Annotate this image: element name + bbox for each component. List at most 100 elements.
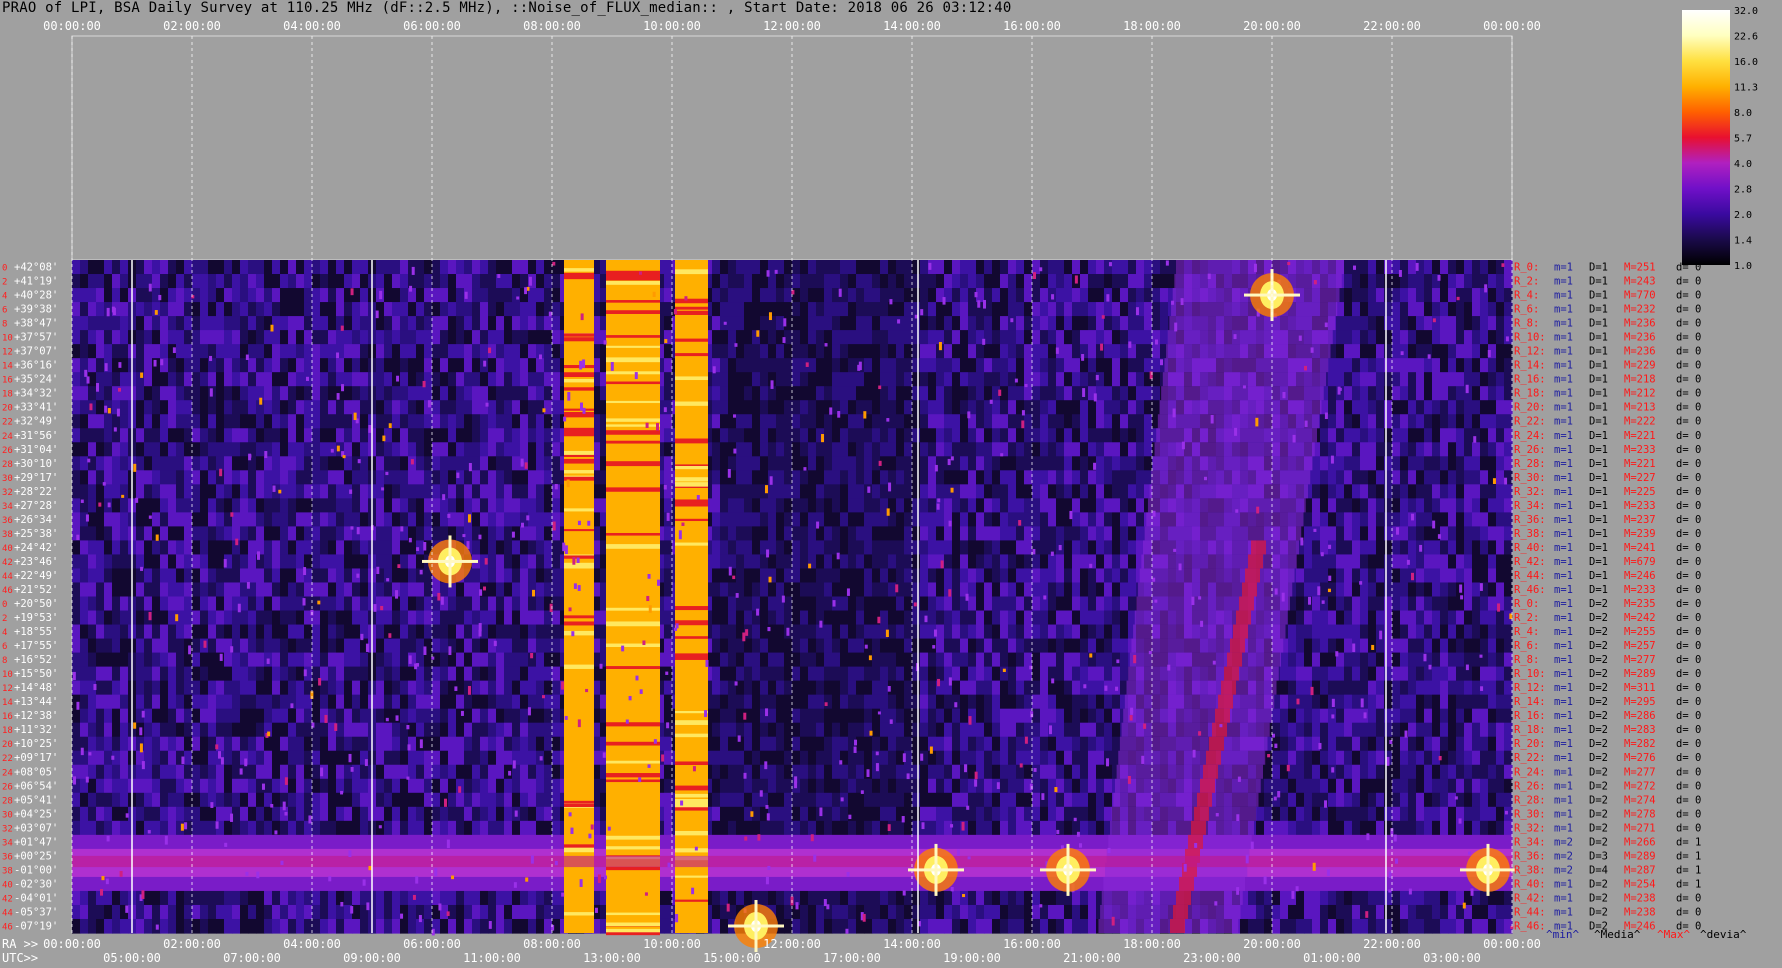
heatmap-cell	[800, 274, 809, 289]
heatmap-cell	[496, 260, 505, 275]
heatmap-cell	[888, 568, 897, 584]
heatmap-cell	[232, 316, 241, 331]
heatmap-cell	[496, 792, 505, 808]
heatmap-cell	[552, 442, 561, 457]
heatmap-cell	[320, 484, 329, 499]
heatmap-cell	[728, 330, 737, 345]
heatmap-cell	[352, 386, 361, 401]
heatmap-cell	[720, 568, 729, 584]
heatmap-cell	[384, 610, 393, 626]
heatmap-cell	[400, 470, 409, 485]
heatmap-cell	[200, 358, 209, 373]
heatmap-cell	[320, 358, 329, 373]
heatmap-cell	[416, 414, 425, 429]
heatmap-cell	[408, 484, 417, 499]
heatmap-cell	[352, 358, 361, 373]
heatmap-cell	[216, 694, 225, 710]
heatmap-cell	[544, 638, 553, 654]
heatmap-cell	[520, 792, 529, 808]
heatmap-cell	[712, 484, 721, 499]
heatmap-cell	[752, 568, 761, 584]
heatmap-cell	[856, 638, 865, 654]
heatmap-cell	[408, 680, 417, 696]
heatmap-cell	[216, 568, 225, 584]
heatmap-cell	[544, 610, 553, 626]
heatmap-cell	[664, 918, 673, 934]
heatmap-cell	[264, 764, 273, 780]
heatmap-cell	[416, 834, 425, 850]
heatmap-cell	[736, 358, 745, 373]
heatmap-cell	[184, 344, 193, 359]
heatmap-cell	[512, 470, 521, 485]
heatmap-cell	[304, 764, 313, 780]
heatmap-cell	[720, 484, 729, 499]
heatmap-cell	[504, 806, 513, 822]
heatmap-cell	[200, 624, 209, 640]
heatmap-cell	[896, 400, 905, 415]
heatmap-cell	[400, 680, 409, 696]
heatmap-cell	[480, 904, 489, 920]
heatmap-cell	[376, 274, 385, 289]
heatmap-cell	[904, 260, 913, 275]
heatmap-cell	[112, 568, 121, 584]
heatmap-cell	[512, 568, 521, 584]
heatmap-cell	[360, 386, 369, 401]
heatmap-cell	[768, 330, 777, 345]
heatmap-cell	[832, 568, 841, 584]
heatmap-cell	[504, 372, 513, 387]
heatmap-cell	[832, 344, 841, 359]
heatmap-cell	[464, 442, 473, 457]
heatmap-cell	[80, 610, 89, 626]
heatmap-cell	[480, 414, 489, 429]
heatmap-cell	[88, 638, 97, 654]
heatmap-cell	[488, 484, 497, 499]
heatmap-cell	[112, 372, 121, 387]
heatmap-cell	[480, 386, 489, 401]
heatmap-cell	[816, 442, 825, 457]
heatmap-cell	[256, 372, 265, 387]
heatmap-cell	[552, 624, 561, 640]
heatmap-cell	[472, 428, 481, 443]
heatmap-cell	[288, 442, 297, 457]
heatmap-cell	[440, 680, 449, 696]
heatmap-cell	[240, 512, 249, 527]
heatmap-cell	[416, 694, 425, 710]
heatmap-cell	[312, 834, 321, 850]
heatmap-cell	[520, 638, 529, 654]
heatmap-cell	[432, 624, 441, 640]
heatmap-cell	[752, 736, 761, 752]
heatmap-cell	[184, 274, 193, 289]
heatmap-cell	[744, 736, 753, 752]
heatmap-cell	[728, 792, 737, 808]
heatmap-cell	[872, 526, 881, 542]
heatmap-cell	[848, 554, 857, 570]
heatmap-cell	[504, 820, 513, 836]
heatmap-cell	[408, 400, 417, 415]
heatmap-cell	[88, 498, 97, 513]
heatmap-cell	[288, 554, 297, 570]
heatmap-cell	[712, 414, 721, 429]
heatmap-cell	[504, 316, 513, 331]
heatmap-cell	[160, 470, 169, 485]
heatmap-cell	[264, 708, 273, 724]
heatmap-cell	[816, 568, 825, 584]
heatmap-cell	[416, 778, 425, 794]
heatmap-cell	[480, 806, 489, 822]
heatmap-cell	[80, 428, 89, 443]
heatmap-cell	[552, 680, 561, 696]
heatmap-cell	[288, 806, 297, 822]
heatmap-cell	[176, 498, 185, 513]
heatmap-cell	[352, 918, 361, 934]
heatmap-cell	[344, 638, 353, 654]
heatmap-cell	[344, 414, 353, 429]
heatmap-cell	[416, 344, 425, 359]
heatmap-cell	[312, 400, 321, 415]
heatmap-cell	[752, 414, 761, 429]
heatmap-cell	[440, 358, 449, 373]
heatmap-cell	[528, 806, 537, 822]
heatmap-cell	[496, 442, 505, 457]
heatmap-cell	[80, 596, 89, 612]
heatmap-cell	[664, 652, 673, 668]
heatmap-cell	[248, 386, 257, 401]
heatmap-cell	[144, 834, 153, 850]
